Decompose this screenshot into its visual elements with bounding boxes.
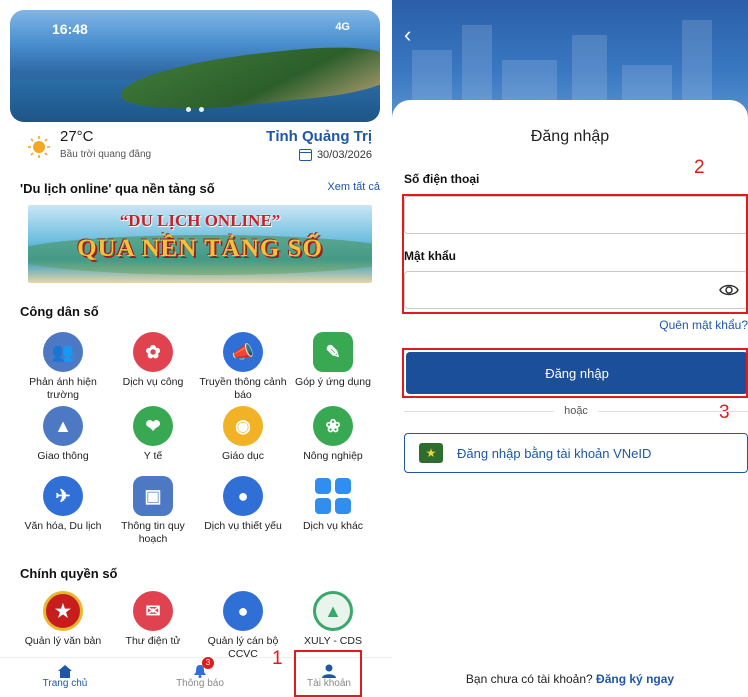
service-label: Y tế <box>143 450 163 462</box>
highlight-fields <box>402 194 748 314</box>
service-label: Phản ánh hiện trường <box>29 376 97 401</box>
service-label: Giáo dục <box>221 450 265 462</box>
nav-notifications[interactable]: 3 Thông báo <box>155 657 245 689</box>
banner-line-1: “DU LỊCH ONLINE” <box>119 211 281 230</box>
tourism-section-title: 'Du lịch online' qua nền tảng số <box>20 181 215 196</box>
login-title: Đăng nhập <box>530 128 610 145</box>
service-xuly-cds[interactable]: ▲ XULY - CDS <box>288 591 378 648</box>
or-text: hoặc <box>564 405 588 417</box>
megaphone-icon: 📣 <box>223 332 263 372</box>
register-link[interactable]: Đăng ký ngay <box>596 672 674 686</box>
vneid-login-button[interactable]: ★ Đăng nhập bằng tài khoản VNeID <box>404 433 748 473</box>
service-label: Dịch vụ công <box>122 376 184 388</box>
service-thiet-yeu[interactable]: ● Dịch vụ thiết yếu <box>198 476 288 533</box>
service-truyen-thong[interactable]: 📣 Truyền thông cảnh báo <box>198 332 288 402</box>
nav-notifications-label: Thông báo <box>176 678 224 689</box>
status-bar: 16:48 4G <box>52 21 350 37</box>
citizen-section-title: Công dân số <box>20 304 99 319</box>
banner-line-2: QUA NỀN TẢNG SỐ <box>77 235 323 262</box>
public-service-icon: ✿ <box>133 332 173 372</box>
vneid-badge-icon: ★ <box>419 443 443 463</box>
service-van-hoa[interactable]: ✈ Văn hóa, Du lịch <box>18 476 108 533</box>
mail-icon: ✉ <box>133 591 173 631</box>
register-prompt: Bạn chưa có tài khoản? Đăng ký ngay <box>392 672 748 686</box>
home-screen: 16:48 4G 27°C Bầu trời quang đãng Tỉnh Q… <box>0 0 392 697</box>
service-label: Dịch vụ thiết yếu <box>204 520 282 532</box>
highlight-account-tab <box>294 650 362 697</box>
service-nong-nghiep[interactable]: ❀ Nông nghiệp <box>288 406 378 463</box>
feedback-icon: ✎ <box>313 332 353 372</box>
gov-section-title: Chính quyền số <box>20 566 118 581</box>
weather-widget: 27°C Bầu trời quang đãng Tỉnh Quảng Trị … <box>28 128 378 164</box>
service-quan-ly-van-ban[interactable]: ★ Quản lý văn bản <box>18 591 108 648</box>
or-divider: hoặc <box>404 405 748 417</box>
grid-apps-icon <box>313 476 353 516</box>
service-label: Giao thông <box>37 450 89 462</box>
service-label: Thông tin quy hoạch <box>121 520 185 545</box>
service-label: Văn hóa, Du lịch <box>24 520 102 532</box>
date-text: 30/03/2026 <box>316 149 372 161</box>
vneid-label: Đăng nhập bằng tài khoản VNeID <box>457 445 652 461</box>
service-label: Thư điện tử <box>125 635 181 647</box>
xuly-cds-logo-icon: ▲ <box>313 591 353 631</box>
service-giao-duc[interactable]: ◉ Giáo dục <box>198 406 288 463</box>
see-all-link[interactable]: Xem tất cả <box>327 181 380 193</box>
user-profile-icon: ● <box>223 591 263 631</box>
service-label: Truyền thông cảnh báo <box>199 376 287 401</box>
highlight-login-button <box>402 348 748 398</box>
service-giao-thong[interactable]: ▲ Giao thông <box>18 406 108 463</box>
calendar-icon <box>298 149 312 161</box>
graduation-cap-icon: ◉ <box>223 406 263 446</box>
service-phan-anh[interactable]: 👥 Phản ánh hiện trường <box>18 332 108 402</box>
hero-carousel[interactable]: 16:48 4G <box>10 10 380 122</box>
annotation-1: 1 <box>272 648 283 669</box>
annotation-2: 2 <box>694 157 705 178</box>
register-text: Bạn chưa có tài khoản? <box>465 672 593 686</box>
service-label: XULY - CDS <box>304 635 362 647</box>
back-icon[interactable]: ‹ <box>404 22 411 48</box>
nav-home-label: Trang chủ <box>42 678 88 689</box>
login-screen: ‹ Đăng nhập Số điện thoại Mật khẩu 2 Quê… <box>392 0 748 697</box>
service-label: Dịch vụ khác <box>302 520 364 532</box>
province-name: Tỉnh Quảng Trị <box>266 128 372 145</box>
service-gop-y[interactable]: ✎ Góp ý ứng dụng <box>288 332 378 389</box>
sun-icon <box>28 136 50 158</box>
status-time: 16:48 <box>52 21 88 37</box>
medical-heart-icon: ❤ <box>133 406 173 446</box>
service-label: Quản lý văn bản <box>24 635 102 647</box>
service-y-te[interactable]: ❤ Y tế <box>108 406 198 463</box>
service-dich-vu-cong[interactable]: ✿ Dịch vụ công <box>108 332 198 389</box>
temperature: 27°C <box>60 128 94 145</box>
national-emblem-icon: ★ <box>43 591 83 631</box>
planning-map-icon: ▣ <box>133 476 173 516</box>
service-label: Nông nghiệp <box>303 450 363 462</box>
forgot-password-link[interactable]: Quên mật khẩu? <box>659 318 748 332</box>
agriculture-icon: ❀ <box>313 406 353 446</box>
login-sheet <box>392 100 748 697</box>
megaphone-people-icon: 👥 <box>43 332 83 372</box>
phone-label: Số điện thoại <box>404 172 480 186</box>
service-quy-hoach[interactable]: ▣ Thông tin quy hoạch <box>108 476 198 546</box>
tourism-banner[interactable]: “DU LỊCH ONLINE” QUA NỀN TẢNG SỐ <box>28 205 372 283</box>
status-signal: 4G <box>335 21 350 33</box>
service-label: Góp ý ứng dụng <box>295 376 371 388</box>
service-thu-dien-tu[interactable]: ✉ Thư điện tử <box>108 591 198 648</box>
service-khac[interactable]: Dịch vụ khác <box>288 476 378 533</box>
bell-icon: 3 <box>155 657 245 678</box>
home-icon <box>20 660 110 678</box>
traffic-icon: ▲ <box>43 406 83 446</box>
carousel-dots <box>10 107 380 112</box>
date-display: 30/03/2026 <box>298 149 372 161</box>
nav-home[interactable]: Trang chủ <box>20 660 110 689</box>
water-drop-icon: ● <box>223 476 263 516</box>
notification-badge: 3 <box>202 657 214 669</box>
weather-description: Bầu trời quang đãng <box>60 149 152 160</box>
culture-travel-icon: ✈ <box>43 476 83 516</box>
